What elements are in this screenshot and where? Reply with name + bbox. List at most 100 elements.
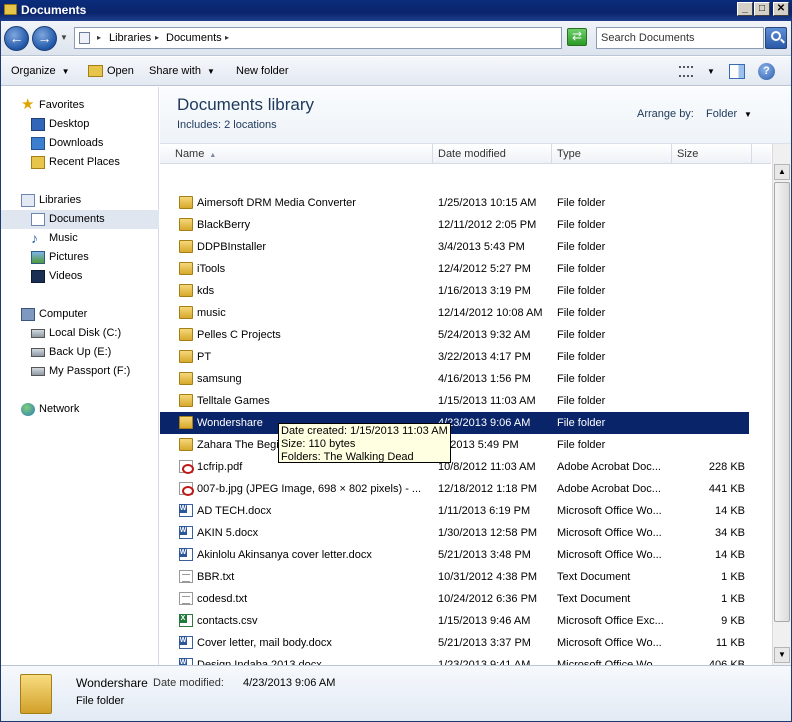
file-row[interactable]: Cover letter, mail body.docx 5/21/2013 3:…: [160, 632, 749, 654]
file-row[interactable]: 007-b.jpg (JPEG Image, 698 × 802 pixels)…: [160, 478, 749, 500]
recent-pages-chevron-icon[interactable]: ▼: [60, 33, 68, 42]
scroll-up-arrow-icon[interactable]: ▲: [774, 164, 790, 180]
arrange-by-chevron-down-icon[interactable]: ▼: [744, 110, 752, 119]
file-row[interactable]: Akinlolu Akinsanya cover letter.docx 5/21…: [160, 544, 749, 566]
view-chevron-down-icon[interactable]: ▼: [707, 67, 715, 76]
breadcrumb-documents[interactable]: Documents: [166, 32, 222, 44]
nav-favorites[interactable]: ★ Favorites: [1, 96, 159, 115]
nav-computer[interactable]: Computer: [1, 305, 159, 324]
nav-videos[interactable]: Videos: [1, 267, 159, 286]
file-row[interactable]: BBR.txt 10/31/2012 4:38 PM Text Document 1 …: [160, 566, 749, 588]
scroll-down-arrow-icon[interactable]: ▼: [774, 647, 790, 663]
file-row[interactable]: codesd.txt 10/24/2012 6:36 PM Text Documen…: [160, 588, 749, 610]
file-row[interactable]: BlackBerry 12/11/2012 2:05 PM File folder: [160, 214, 749, 236]
preview-pane-icon[interactable]: [729, 64, 745, 79]
file-type: File folder: [557, 373, 606, 385]
file-row[interactable]: music 12/14/2012 10:08 AM File folder: [160, 302, 749, 324]
drive-icon: [31, 367, 45, 376]
libraries-icon: [21, 194, 35, 207]
column-header-size[interactable]: Size: [672, 144, 752, 164]
nav-libraries[interactable]: Libraries: [1, 191, 159, 210]
new-folder-button[interactable]: New folder: [236, 65, 289, 77]
network-icon: [21, 403, 35, 416]
file-row[interactable]: iTools 12/4/2012 5:27 PM File folder: [160, 258, 749, 280]
nav-label: My Passport (F:): [49, 365, 131, 377]
library-icon: [79, 32, 90, 44]
file-row[interactable]: Aimersoft DRM Media Converter 1/25/2013 1…: [160, 192, 749, 214]
file-date-modified: 12/14/2012 10:08 AM: [438, 307, 543, 319]
column-header-label: Name: [175, 148, 205, 160]
file-row[interactable]: 1cfrip.pdf 10/8/2012 11:03 AM Adobe Acroba…: [160, 456, 749, 478]
refresh-button[interactable]: ⇄: [567, 28, 587, 46]
file-row[interactable]: samsung 4/16/2013 1:56 PM File folder: [160, 368, 749, 390]
file-name: Telltale Games: [197, 395, 270, 407]
nav-label: Libraries: [39, 194, 82, 206]
file-type: File folder: [557, 197, 606, 209]
column-header-date-modified[interactable]: Date modified: [433, 144, 552, 164]
file-size: 14 KB: [715, 505, 745, 517]
organize-label: Organize: [11, 65, 56, 77]
folder-icon: [179, 328, 193, 341]
file-row[interactable]: AKIN 5.docx 1/30/2013 12:58 PM Microsoft O…: [160, 522, 749, 544]
file-date-modified: 4/23/2013 9:06 AM: [438, 417, 531, 429]
arrange-by-dropdown[interactable]: Folder: [706, 108, 737, 120]
file-date-modified: 5/21/2013 3:48 PM: [438, 549, 531, 561]
file-row[interactable]: AD TECH.docx 1/11/2013 6:19 PM Microsoft O…: [160, 500, 749, 522]
file-date-modified: 12/18/2012 1:18 PM: [438, 483, 538, 495]
file-name: BBR.txt: [197, 571, 235, 583]
file-size: 228 KB: [708, 461, 745, 473]
column-header-type[interactable]: Type: [552, 144, 672, 164]
breadcrumb-arrow-icon[interactable]: ▸: [97, 33, 101, 42]
back-button[interactable]: ←: [4, 26, 29, 51]
file-type: File folder: [557, 351, 606, 363]
file-type: File folder: [557, 329, 606, 341]
search-button[interactable]: [765, 27, 787, 49]
share-with-menu[interactable]: Share with ▼: [149, 65, 215, 77]
forward-button[interactable]: →: [32, 26, 57, 51]
file-row[interactable]: contacts.csv 1/15/2013 9:46 AM Microsoft O…: [160, 610, 749, 632]
search-input[interactable]: Search Documents: [596, 27, 764, 49]
file-row[interactable]: Design Indaba 2013.docx1/23/2013 9:41 AM…: [160, 654, 749, 665]
nav-pictures[interactable]: Pictures: [1, 248, 159, 267]
breadcrumb-arrow-icon[interactable]: ▸: [225, 33, 229, 42]
file-row[interactable]: Pelles C Projects 5/24/2013 9:32 AM File f…: [160, 324, 749, 346]
close-button[interactable]: ✕: [773, 2, 789, 16]
file-row[interactable]: DDPBInstaller 3/4/2013 5:43 PM File folder: [160, 236, 749, 258]
nav-music[interactable]: ♪ Music: [1, 229, 159, 248]
column-header-name[interactable]: Name ▲: [160, 144, 433, 164]
search-icon-handle: [780, 38, 785, 44]
nav-downloads[interactable]: Downloads: [1, 134, 159, 153]
nav-desktop[interactable]: Desktop: [1, 115, 159, 134]
file-row[interactable]: Zahara The Begin/3/2013 5:49 PM File fold…: [160, 434, 749, 456]
title-bar[interactable]: Documents _ □ ✕: [0, 0, 792, 21]
nav-local-disk-c[interactable]: Local Disk (C:): [1, 324, 159, 343]
file-date-modified: 1/25/2013 10:15 AM: [438, 197, 537, 209]
window-title: Documents: [21, 3, 87, 17]
breadcrumb-libraries[interactable]: Libraries: [109, 32, 151, 44]
nav-back-up-e[interactable]: Back Up (E:): [1, 343, 159, 362]
file-row[interactable]: PT 3/22/2013 4:17 PM File folder: [160, 346, 749, 368]
nav-my-passport-f[interactable]: My Passport (F:): [1, 362, 159, 381]
file-row[interactable]: kds 1/16/2013 3:19 PM File folder: [160, 280, 749, 302]
maximize-button[interactable]: □: [754, 2, 770, 16]
sort-ascending-icon: ▲: [209, 152, 217, 159]
txt-icon: [179, 592, 193, 605]
nav-recent-places[interactable]: Recent Places: [1, 153, 159, 172]
nav-label: Pictures: [49, 251, 89, 263]
scrollbar-thumb[interactable]: [774, 182, 790, 622]
minimize-button[interactable]: _: [737, 2, 753, 16]
breadcrumb-arrow-icon[interactable]: ▸: [155, 33, 159, 42]
file-date-modified: 3/22/2013 4:17 PM: [438, 351, 531, 363]
nav-network[interactable]: Network: [1, 400, 159, 419]
address-bar[interactable]: ▸ Libraries ▸ Documents ▸ ▼: [74, 27, 629, 49]
file-type: Microsoft Office Wo...: [557, 505, 662, 517]
help-icon[interactable]: ?: [758, 63, 775, 80]
open-button[interactable]: Open: [107, 65, 134, 77]
vertical-scrollbar[interactable]: ▲ ▼: [772, 144, 791, 665]
file-row[interactable]: Telltale Games 1/15/2013 11:03 AM File fol…: [160, 390, 749, 412]
library-includes-link[interactable]: Includes: 2 locations: [177, 119, 277, 131]
organize-menu[interactable]: Organize ▼: [11, 65, 70, 77]
file-row[interactable]: Wondershare 4/23/2013 9:06 AM File folder: [160, 412, 749, 434]
view-options-icon[interactable]: [679, 66, 693, 77]
nav-documents[interactable]: Documents: [1, 210, 159, 229]
